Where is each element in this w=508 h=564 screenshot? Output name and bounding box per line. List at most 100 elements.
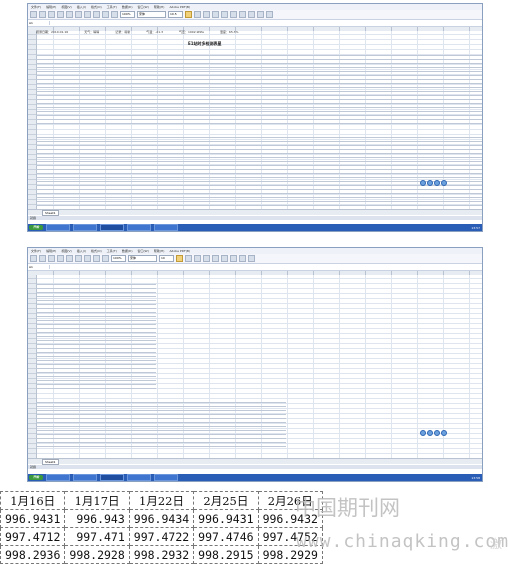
taskbar-item[interactable] [73, 474, 97, 481]
menu-insert[interactable]: 插入(I) [77, 249, 86, 253]
menu-window[interactable]: 窗口(W) [138, 5, 149, 9]
header-recorder: 记录：蒋新 [115, 30, 131, 34]
float-icon-3[interactable] [434, 430, 440, 436]
menu-format[interactable]: 格式(O) [91, 249, 102, 253]
align-center-icon[interactable] [212, 255, 219, 262]
copy-icon[interactable] [75, 255, 82, 262]
zoom-select[interactable]: 100% [111, 255, 126, 262]
italic-icon[interactable] [194, 11, 201, 18]
menu-edit[interactable]: 编辑(E) [46, 249, 56, 253]
table-cell: 997.4722 [128, 527, 195, 546]
menu-file[interactable]: 文件(F) [31, 249, 41, 253]
undo-icon[interactable] [93, 255, 100, 262]
taskbar-item[interactable] [46, 224, 70, 231]
open-icon[interactable] [39, 11, 46, 18]
menu-help[interactable]: 帮助(H) [154, 5, 165, 9]
menu-edit[interactable]: 编辑(E) [46, 5, 56, 9]
paste-icon[interactable] [84, 255, 91, 262]
taskbar-item-active[interactable] [100, 224, 124, 231]
merge-icon[interactable] [239, 11, 246, 18]
align-left-icon[interactable] [203, 255, 210, 262]
menu-adobe-pdf[interactable]: Adobe PDF(B) [169, 249, 190, 253]
menu-data[interactable]: 数据(D) [122, 5, 133, 9]
start-button[interactable]: 开始 [29, 475, 43, 480]
open-icon[interactable] [39, 255, 46, 262]
name-box[interactable]: A1 [28, 21, 50, 25]
print-icon[interactable] [57, 255, 64, 262]
formula-bar[interactable]: A1 [28, 264, 482, 271]
cut-icon[interactable] [75, 11, 82, 18]
save-icon[interactable] [48, 255, 55, 262]
font-color-icon[interactable] [248, 255, 255, 262]
font-select[interactable]: 宋体 [137, 11, 166, 18]
menu-insert[interactable]: 插入(I) [77, 5, 86, 9]
float-icon-4[interactable] [441, 430, 447, 436]
font-select[interactable]: 宋体 [128, 255, 157, 262]
underline-icon[interactable] [194, 255, 201, 262]
taskbar-item-active[interactable] [100, 474, 124, 481]
border-icon[interactable] [248, 11, 255, 18]
taskbar-item[interactable] [73, 224, 97, 231]
save-icon[interactable] [48, 11, 55, 18]
data-block-lower [36, 400, 286, 450]
excel-screenshot-2: 文件(F) 编辑(E) 视图(V) 插入(I) 格式(O) 工具(T) 数据(D… [27, 247, 483, 482]
taskbar-item[interactable] [46, 474, 70, 481]
menu-file[interactable]: 文件(F) [31, 5, 41, 9]
bold-icon[interactable] [185, 11, 192, 18]
align-left-icon[interactable] [212, 11, 219, 18]
sum-icon[interactable] [102, 255, 109, 262]
border-icon[interactable] [230, 255, 237, 262]
sheet-tab[interactable]: Sheet1 [42, 209, 59, 216]
floating-toolbar[interactable] [420, 430, 447, 436]
align-right-icon[interactable] [230, 11, 237, 18]
float-icon-4[interactable] [441, 180, 447, 186]
menu-format[interactable]: 格式(O) [91, 5, 102, 9]
sheet-tab[interactable]: Sheet1 [42, 458, 59, 465]
taskbar-item[interactable] [127, 224, 151, 231]
name-box[interactable]: A1 [28, 265, 50, 269]
menu-window[interactable]: 窗口(W) [138, 249, 149, 253]
menu-view[interactable]: 视图(V) [61, 249, 71, 253]
menu-help[interactable]: 帮助(H) [154, 249, 165, 253]
underline-icon[interactable] [203, 11, 210, 18]
new-icon[interactable] [30, 11, 37, 18]
align-right-icon[interactable] [221, 255, 228, 262]
font-color-icon[interactable] [266, 11, 273, 18]
taskbar-item[interactable] [154, 224, 178, 231]
taskbar: 开始 13:57 [28, 224, 482, 231]
float-icon-1[interactable] [420, 180, 426, 186]
menu-view[interactable]: 视图(V) [61, 5, 71, 9]
zoom-select[interactable]: 100% [120, 11, 135, 18]
copy-icon[interactable] [84, 11, 91, 18]
new-icon[interactable] [30, 255, 37, 262]
undo-icon[interactable] [102, 11, 109, 18]
fill-color-icon[interactable] [239, 255, 246, 262]
floating-toolbar[interactable] [420, 180, 447, 186]
cut-icon[interactable] [66, 255, 73, 262]
align-center-icon[interactable] [221, 11, 228, 18]
print-icon[interactable] [57, 11, 64, 18]
taskbar-item[interactable] [127, 474, 151, 481]
float-icon-2[interactable] [427, 180, 433, 186]
start-button[interactable]: 开始 [29, 225, 43, 230]
preview-icon[interactable] [66, 11, 73, 18]
record-header: 观测日期：2010.01.16 天气：晴晴 记录：蒋新 气温：-21.3 气压：… [36, 30, 286, 36]
font-size-select[interactable]: 10 [159, 255, 174, 262]
taskbar-item[interactable] [154, 474, 178, 481]
menu-tools[interactable]: 工具(T) [107, 249, 117, 253]
bold-icon[interactable] [176, 255, 183, 262]
sum-icon[interactable] [111, 11, 118, 18]
fill-color-icon[interactable] [257, 11, 264, 18]
float-icon-3[interactable] [434, 180, 440, 186]
menu-tools[interactable]: 工具(T) [107, 5, 117, 9]
formula-bar[interactable]: A1 [28, 20, 482, 27]
float-icon-2[interactable] [427, 430, 433, 436]
data-block-upper [36, 52, 482, 127]
menu-data[interactable]: 数据(D) [122, 249, 133, 253]
paste-icon[interactable] [93, 11, 100, 18]
italic-icon[interactable] [185, 255, 192, 262]
menu-adobe-pdf[interactable]: Adobe PDF(B) [169, 5, 190, 9]
font-size-select[interactable]: 10.5 [168, 11, 183, 18]
float-icon-1[interactable] [420, 430, 426, 436]
header-temperature: 气温：-21.3 [146, 30, 163, 34]
